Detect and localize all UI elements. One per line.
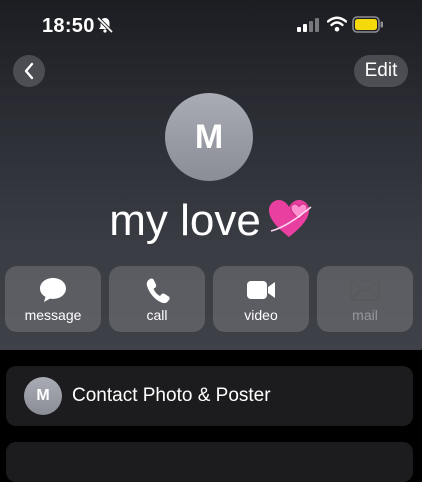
contact-name: my love [109, 196, 261, 245]
message-label: message [24, 307, 82, 323]
video-camera-icon [247, 281, 275, 299]
next-info-card[interactable] [6, 442, 413, 482]
cellular-signal-icon [297, 18, 319, 32]
wifi-icon [327, 16, 347, 32]
chevron-left-icon [24, 62, 34, 80]
message-bubble-icon [40, 278, 66, 302]
hearts-emoji-icon [267, 197, 313, 250]
call-button[interactable]: call [109, 266, 205, 332]
contact-avatar: M [165, 93, 253, 181]
contact-name-row: my love [0, 196, 422, 250]
contact-photo-poster-label: Contact Photo & Poster [72, 385, 271, 406]
battery-icon [352, 16, 383, 33]
call-label: call [146, 307, 168, 323]
message-button[interactable]: message [5, 266, 101, 332]
status-time: 18:50 [42, 15, 95, 37]
phone-icon [146, 278, 170, 304]
mail-button[interactable]: mail [317, 266, 413, 332]
bell-slash-icon [96, 16, 114, 34]
video-label: video [244, 307, 278, 323]
contact-photo-poster-row[interactable]: M Contact Photo & Poster [6, 366, 413, 426]
back-button[interactable] [13, 55, 45, 87]
mini-avatar: M [24, 377, 62, 415]
edit-button[interactable]: Edit [354, 55, 408, 87]
mail-label: mail [352, 307, 378, 323]
envelope-icon [350, 279, 380, 301]
video-button[interactable]: video [213, 266, 309, 332]
